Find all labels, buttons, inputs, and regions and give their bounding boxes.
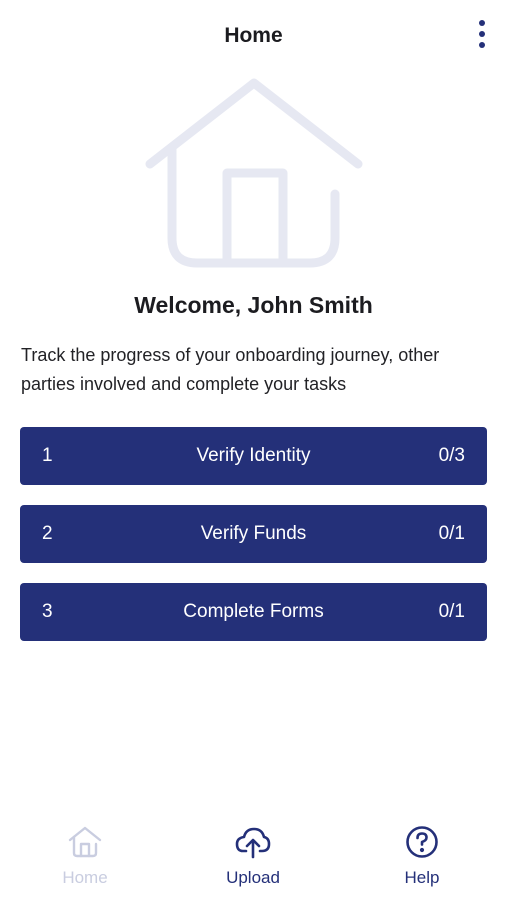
task-label: Complete Forms: [183, 601, 324, 622]
help-circle-icon: [406, 826, 438, 858]
page-title: Home: [224, 24, 283, 47]
task-label: Verify Funds: [200, 523, 307, 544]
bottom-navigation: Home Upload Help: [0, 810, 507, 900]
nav-help-label: Help: [404, 868, 440, 887]
nav-upload[interactable]: Upload: [193, 824, 313, 888]
task-verify-identity[interactable]: 1 Verify Identity 0/3: [20, 427, 487, 485]
task-complete-forms[interactable]: 3 Complete Forms 0/1: [20, 583, 487, 641]
task-progress: 0/1: [438, 601, 465, 622]
more-menu-button[interactable]: [468, 18, 496, 52]
app-header: Home: [0, 0, 507, 72]
task-progress: 0/1: [438, 523, 465, 544]
task-verify-funds[interactable]: 2 Verify Funds 0/1: [20, 505, 487, 563]
nav-upload-label: Upload: [226, 868, 280, 887]
welcome-description: Track the progress of your onboarding jo…: [21, 345, 440, 394]
welcome-heading: Welcome, John Smith: [134, 292, 373, 318]
more-vertical-icon: [479, 20, 485, 48]
nav-home-label: Home: [62, 868, 108, 887]
task-progress: 0/3: [438, 445, 465, 466]
task-list: 1 Verify Identity 0/3 2 Verify Funds 0/1…: [20, 427, 487, 661]
nav-help[interactable]: Help: [362, 824, 482, 888]
task-label: Verify Identity: [196, 445, 311, 466]
nav-home[interactable]: Home: [25, 824, 145, 888]
house-icon: [145, 78, 363, 270]
cloud-upload-icon: [235, 827, 271, 859]
home-icon: [68, 826, 102, 858]
